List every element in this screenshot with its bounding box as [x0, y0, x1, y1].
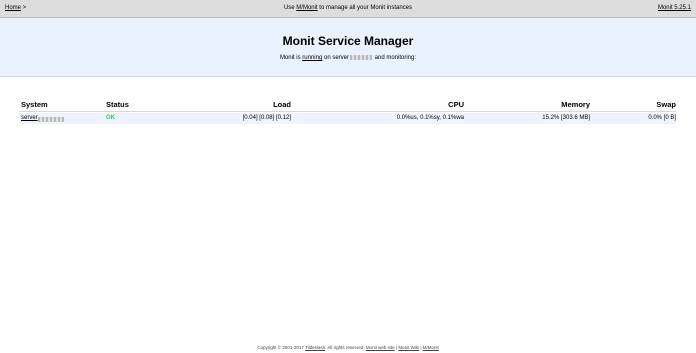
top-bar-message: Use M/Monit to manage all your Monit ins…	[0, 0, 696, 17]
redacted-hostname	[350, 55, 372, 60]
monit-wiki-link[interactable]: Monit Wiki	[398, 345, 419, 350]
footer: Copyright © 2001-2017 Tildeslash. All ri…	[0, 345, 696, 350]
system-table: System Status Load CPU Memory Swap serve…	[19, 98, 676, 124]
col-header-load: Load	[273, 100, 291, 109]
tildeslash-link[interactable]: Tildeslash	[305, 345, 325, 350]
subtitle-suffix: and monitoring:	[373, 55, 417, 61]
page-subtitle: Monit is running on server and monitorin…	[0, 55, 696, 61]
rights-text: . All rights reserved.	[325, 345, 366, 350]
swap-value: 0.0% [0 B]	[648, 115, 676, 121]
subtitle-prefix: Monit is	[279, 55, 303, 61]
col-header-swap: Swap	[656, 100, 676, 109]
copyright-text: Copyright © 2001-2017	[257, 345, 305, 350]
mmonit-link[interactable]: M/Monit	[296, 5, 317, 11]
running-link[interactable]: running	[302, 55, 322, 61]
col-header-cpu: CPU	[448, 100, 464, 109]
col-header-status: Status	[106, 100, 129, 109]
top-bar: Home > Use M/Monit to manage all your Mo…	[0, 0, 696, 18]
memory-value: 15.2% [303.6 MB]	[542, 115, 590, 121]
monit-web-site-link[interactable]: Monit web site	[366, 345, 395, 350]
page-title: Monit Service Manager	[282, 34, 414, 48]
footer-mmonit-link[interactable]: M/Monit	[423, 345, 439, 350]
table-header-row: System Status Load CPU Memory Swap	[19, 98, 676, 112]
status-badge: OK	[106, 115, 115, 121]
top-bar-msg-prefix: Use	[283, 5, 297, 11]
load-value: [0.04] [0.08] [0.12]	[242, 115, 291, 121]
table-row: server OK [0.04] [0.08] [0.12] 0.0%us, 0…	[19, 113, 676, 124]
page-header: Monit Service Manager Monit is running o…	[0, 18, 696, 77]
system-name-link[interactable]: server	[21, 115, 38, 121]
cpu-value: 0.0%us, 0.1%sy, 0.1%wa	[396, 115, 464, 121]
col-header-memory: Memory	[561, 100, 590, 109]
top-bar-msg-suffix: to manage all your Monit instances	[317, 5, 413, 11]
col-header-system: System	[21, 100, 48, 109]
subtitle-server: on server	[322, 55, 349, 61]
redacted-hostname	[37, 117, 64, 122]
version-link[interactable]: Monit 5.25.1	[658, 5, 691, 11]
